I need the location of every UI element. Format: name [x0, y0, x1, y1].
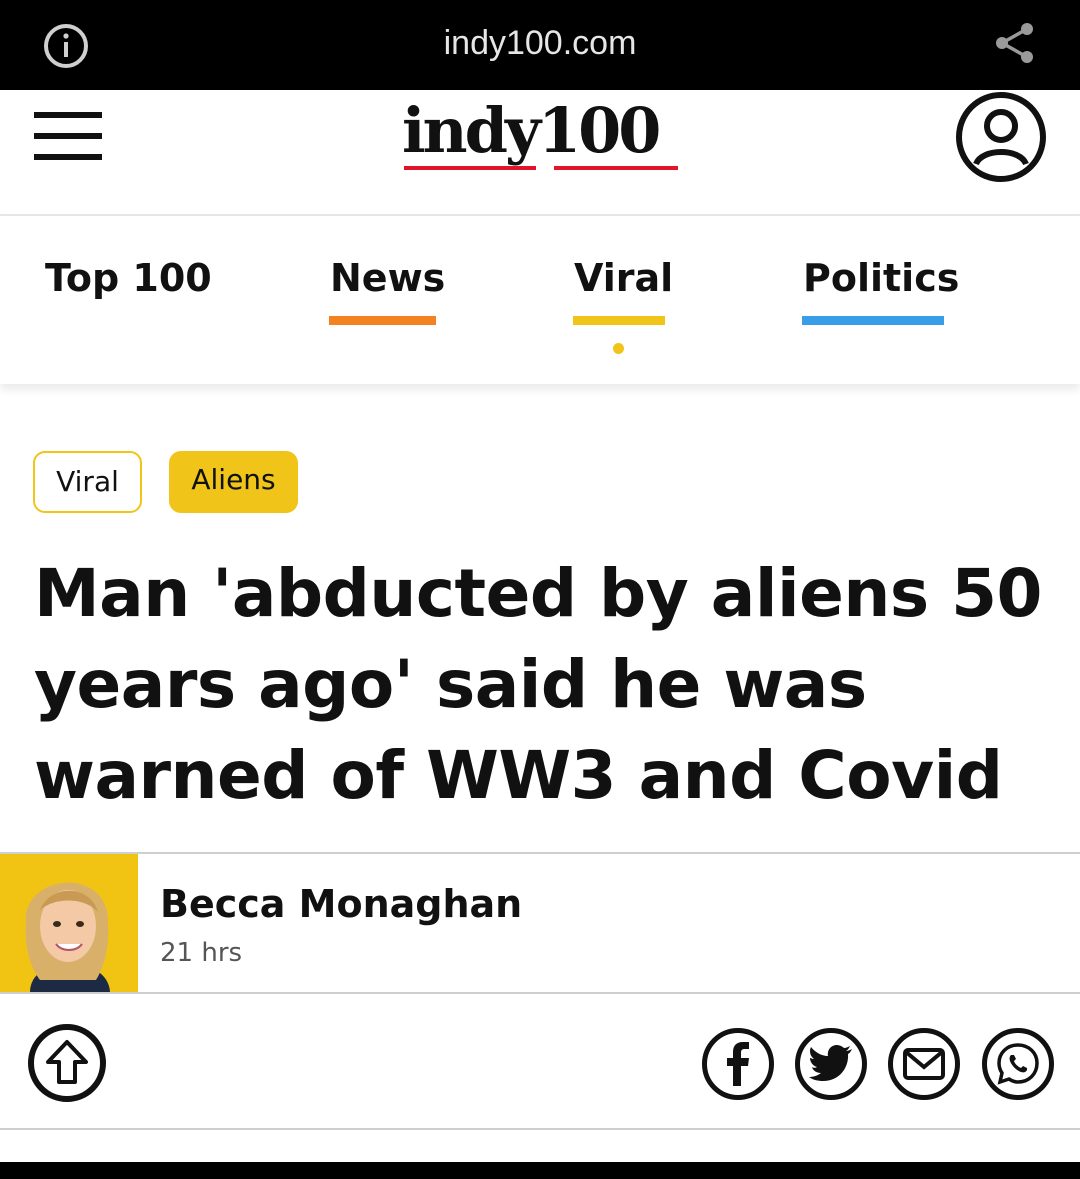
author-avatar[interactable]	[0, 854, 138, 992]
logo-text: indy100	[402, 94, 661, 167]
email-icon[interactable]	[888, 1028, 960, 1100]
nav-underline-news	[329, 316, 436, 325]
bottom-system-bar	[0, 1162, 1080, 1179]
tag-viral[interactable]: Viral	[33, 451, 142, 513]
scroll-top-icon[interactable]	[28, 1024, 106, 1102]
nav-item-top-100[interactable]: Top 100	[45, 256, 212, 300]
site-logo[interactable]: indy100	[402, 96, 682, 172]
publish-time: 21 hrs	[160, 938, 243, 968]
author-block: Becca Monaghan 21 hrs	[0, 852, 1080, 994]
whatsapp-icon[interactable]	[982, 1028, 1054, 1100]
nav-item-news[interactable]: News	[330, 256, 445, 300]
tag-aliens[interactable]: Aliens	[169, 451, 298, 513]
nav-underline-viral	[573, 316, 665, 325]
nav-item-politics[interactable]: Politics	[803, 256, 959, 300]
article-headline: Man 'abducted by aliens 50 years ago' sa…	[34, 555, 1042, 814]
nav-underline-politics	[802, 316, 944, 325]
share-icon[interactable]	[992, 20, 1038, 66]
user-account-icon[interactable]	[954, 90, 1048, 184]
browser-toolbar: indy100.com	[0, 0, 1080, 90]
twitter-icon[interactable]	[795, 1028, 867, 1100]
browser-url[interactable]: indy100.com	[0, 24, 1080, 63]
nav-item-viral[interactable]: Viral	[574, 256, 673, 300]
hamburger-menu-icon[interactable]	[34, 112, 104, 162]
logo-underline	[554, 166, 678, 170]
site-header: indy100	[0, 90, 1080, 216]
facebook-icon[interactable]	[702, 1028, 774, 1100]
share-row	[0, 994, 1080, 1130]
category-nav: Top 100 News Viral Politics	[0, 216, 1080, 384]
logo-underline	[404, 166, 536, 170]
active-indicator-dot	[613, 343, 624, 354]
author-name[interactable]: Becca Monaghan	[160, 882, 522, 926]
